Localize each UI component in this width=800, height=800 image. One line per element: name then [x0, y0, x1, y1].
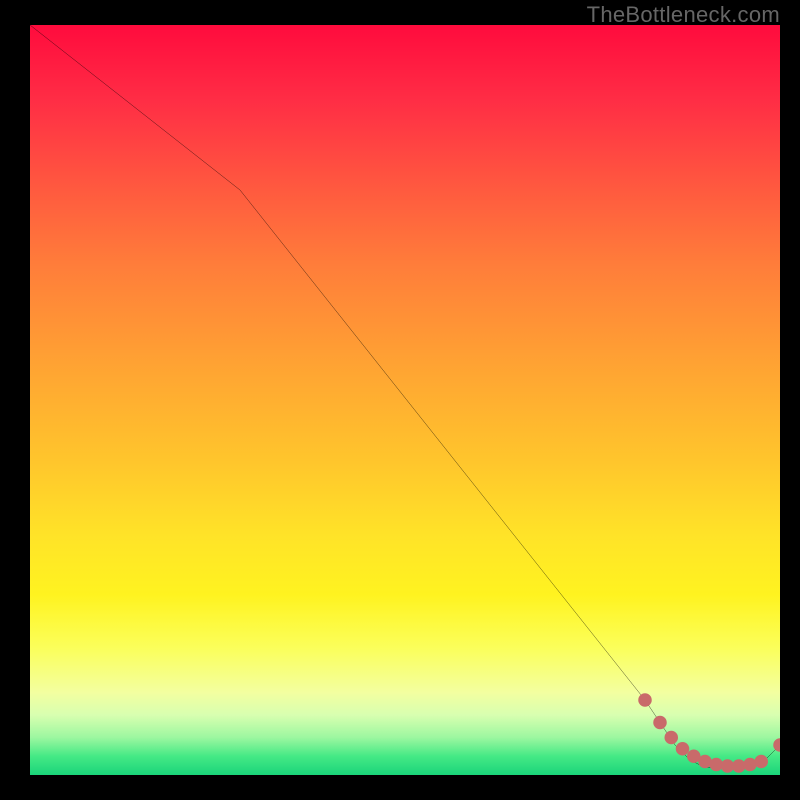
marker-dot	[773, 738, 780, 752]
curve-svg	[30, 25, 780, 775]
bottleneck-curve-path	[30, 25, 780, 768]
marker-group	[638, 693, 780, 773]
marker-dot	[755, 755, 769, 769]
marker-dot	[665, 731, 679, 745]
chart-frame: TheBottleneck.com	[0, 0, 800, 800]
marker-dot	[676, 742, 690, 756]
marker-dot	[653, 716, 667, 730]
plot-area	[30, 25, 780, 775]
watermark-text: TheBottleneck.com	[587, 2, 780, 28]
marker-dot	[638, 693, 652, 707]
